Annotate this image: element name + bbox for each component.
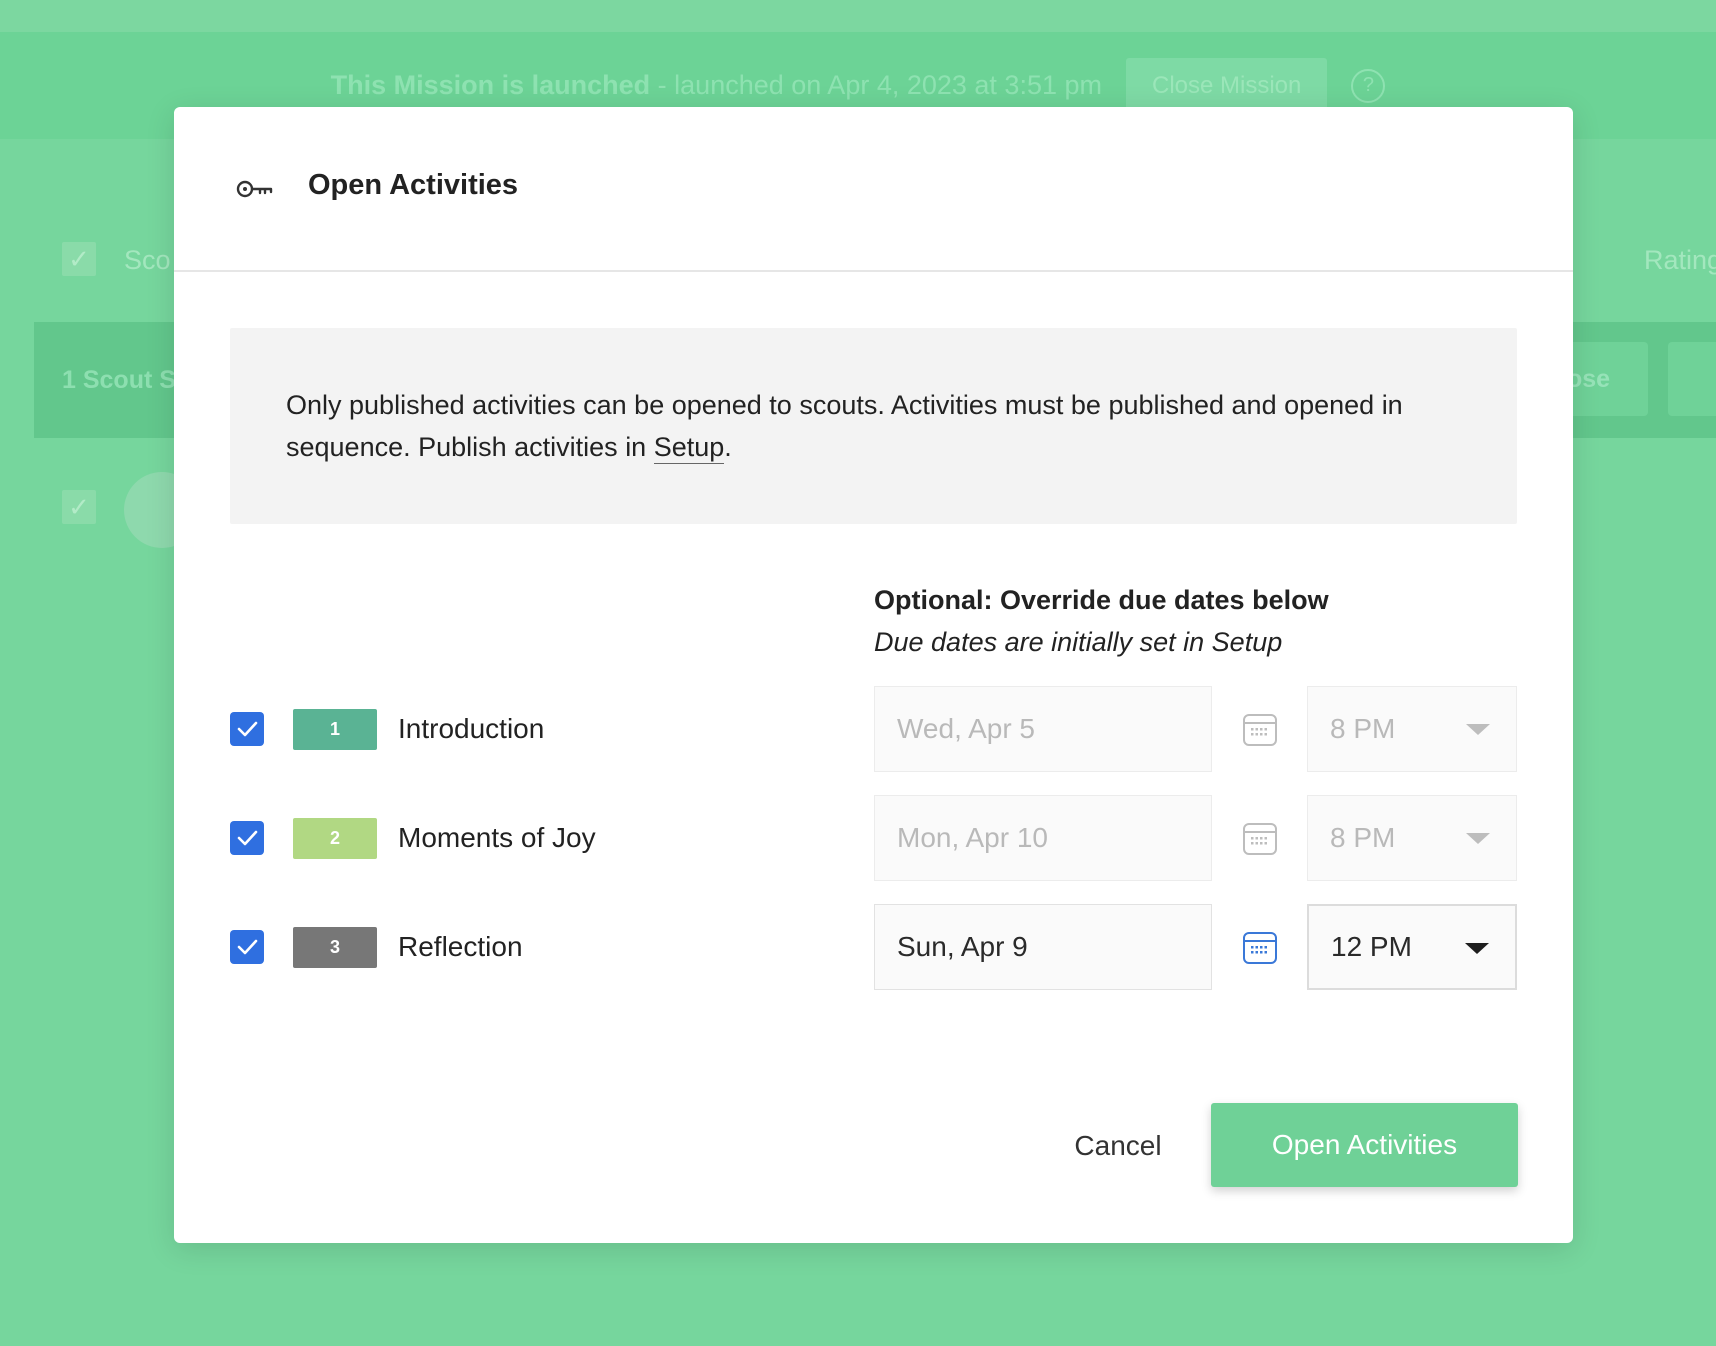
question-circle-icon[interactable]: ? xyxy=(1351,68,1386,103)
activity-row: 2 Moments of Joy Mon, Apr 10 8 PM xyxy=(174,795,1573,881)
checkmark-icon xyxy=(237,830,258,846)
open-activities-modal: Open Activities Only published activitie… xyxy=(174,107,1573,1243)
activity-row: 3 Reflection Sun, Apr 9 12 PM xyxy=(174,904,1573,990)
activity-name: Moments of Joy xyxy=(398,822,596,853)
banner-status: This Mission is launched xyxy=(330,70,651,100)
info-text: Only published activities can be opened … xyxy=(286,384,1466,468)
activity-checkbox-introduction[interactable] xyxy=(230,712,264,746)
due-date-field: Mon, Apr 10 xyxy=(874,795,1212,881)
calendar-icon xyxy=(1243,823,1277,855)
key-icon xyxy=(236,180,273,198)
activity-number-badge: 2 xyxy=(293,818,377,859)
table-header-rating: Rating xyxy=(1644,245,1716,275)
activity-number-badge: 1 xyxy=(293,709,377,750)
modal-title: Open Activities xyxy=(308,169,519,201)
checkmark-icon xyxy=(237,721,258,737)
due-time-value: 8 PM xyxy=(1330,713,1396,744)
calendar-icon[interactable] xyxy=(1242,929,1278,965)
due-time-select[interactable]: 12 PM xyxy=(1307,904,1517,990)
banner-launch-date: - launched on Apr 4, 2023 at 3:51 pm xyxy=(657,70,1102,100)
chevron-down-icon xyxy=(1466,833,1490,844)
override-title: Optional: Override due dates below xyxy=(874,585,1329,615)
info-text-body: Only published activities can be opened … xyxy=(286,390,1403,462)
activity-checkbox-reflection[interactable] xyxy=(230,930,264,964)
due-time-select: 8 PM xyxy=(1307,795,1517,881)
override-subtitle: Due dates are initially set in Setup xyxy=(874,627,1283,657)
table-header-scout: Sco xyxy=(124,245,171,275)
chevron-down-icon xyxy=(1465,943,1489,954)
open-activities-button[interactable]: Open Activities xyxy=(1211,1103,1518,1187)
bulk-settings-button[interactable] xyxy=(1668,342,1716,416)
chevron-down-icon xyxy=(1466,724,1490,735)
row-checkbox[interactable]: ✓ xyxy=(62,490,96,524)
activity-row: 1 Introduction Wed, Apr 5 8 PM xyxy=(174,686,1573,772)
activity-number-badge: 3 xyxy=(293,927,377,968)
due-date-field[interactable]: Sun, Apr 9 xyxy=(874,904,1212,990)
cancel-button[interactable]: Cancel xyxy=(1038,1104,1198,1188)
calendar-icon xyxy=(1243,714,1277,746)
info-text-end: . xyxy=(724,432,732,462)
background-top-strip xyxy=(0,0,1716,32)
due-date-field: Wed, Apr 5 xyxy=(874,686,1212,772)
setup-link[interactable]: Setup xyxy=(653,432,725,464)
activity-name: Reflection xyxy=(398,931,523,962)
info-box: Only published activities can be opened … xyxy=(230,328,1517,524)
due-time-value: 8 PM xyxy=(1330,822,1396,853)
select-all-checkbox[interactable]: ✓ xyxy=(62,242,96,276)
due-time-value: 12 PM xyxy=(1331,931,1412,962)
activity-name: Introduction xyxy=(398,713,545,744)
activity-checkbox-moments-of-joy[interactable] xyxy=(230,821,264,855)
checkmark-icon xyxy=(237,939,258,955)
due-time-select: 8 PM xyxy=(1307,686,1517,772)
close-mission-button[interactable]: Close Mission xyxy=(1126,57,1328,114)
modal-header: Open Activities xyxy=(174,107,1573,272)
bulk-selection-label: 1 Scout S xyxy=(62,366,176,394)
